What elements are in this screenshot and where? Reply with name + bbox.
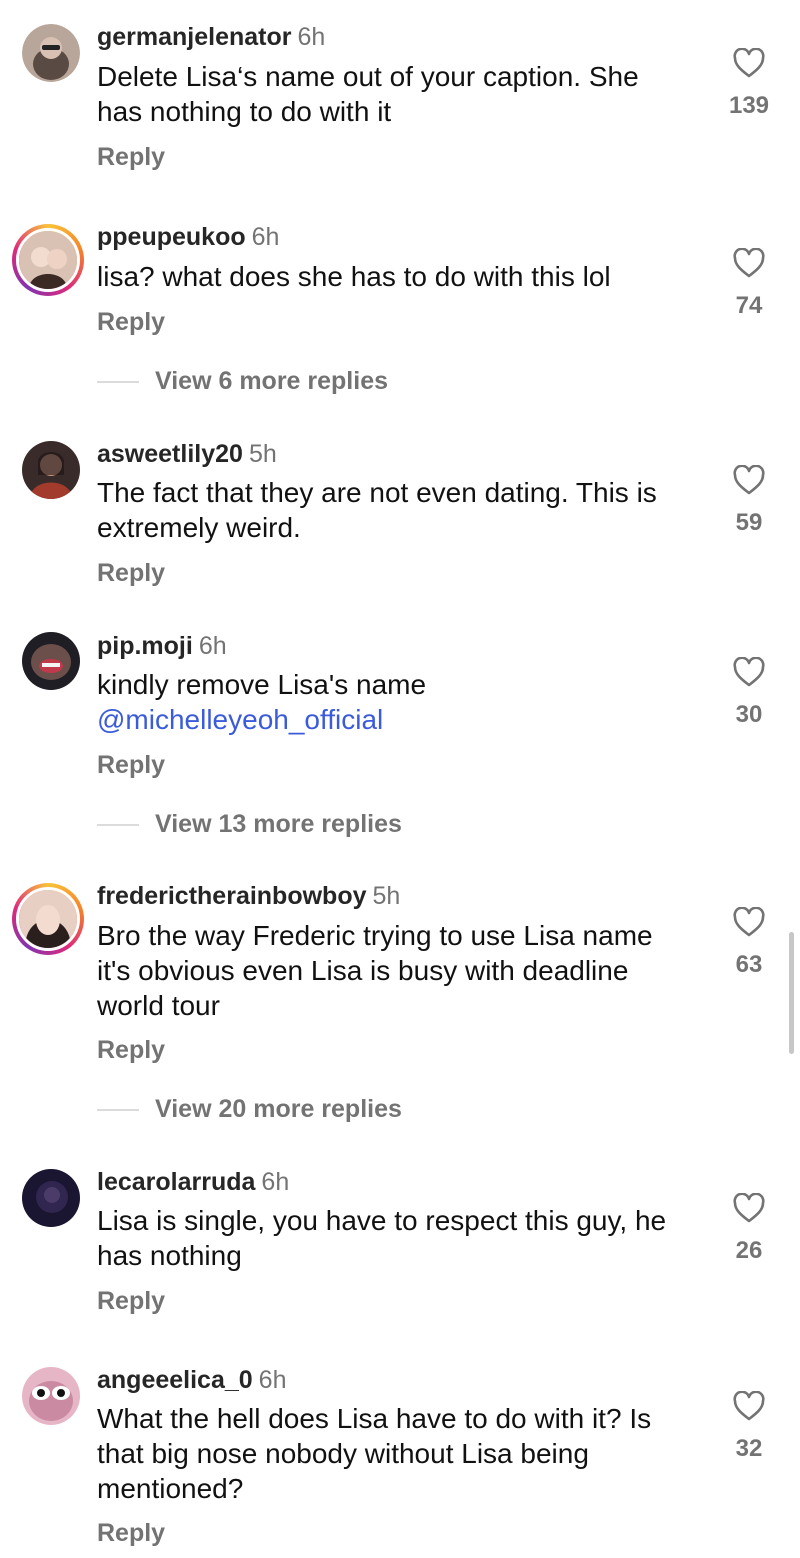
comment-time: 6h <box>258 1366 287 1394</box>
like-control: 63 <box>718 907 780 979</box>
comment-meta: lecarolarruda 6h <box>97 1167 289 1197</box>
username-link[interactable]: germanjelenator <box>97 23 292 51</box>
comment-meta: pip.moji 6h <box>97 631 227 661</box>
username-link[interactable]: pip.moji <box>97 632 193 660</box>
reply-button[interactable]: Reply <box>97 750 165 780</box>
comment-line: Lisa is single, you have to respect this… <box>97 1205 667 1236</box>
comment-meta: ppeupeukoo 6h <box>97 222 279 252</box>
comment-text: Lisa is single, you have to respect this… <box>97 1203 707 1273</box>
comment-line: has nothing <box>97 1240 242 1271</box>
username-link[interactable]: asweetlily20 <box>97 440 243 468</box>
comment-meta: germanjelenator 6h <box>97 22 325 52</box>
comment-line: has nothing to do with it <box>97 96 392 127</box>
like-control: 30 <box>718 657 780 729</box>
like-count: 26 <box>735 1237 763 1264</box>
avatar[interactable] <box>12 224 84 296</box>
heart-icon[interactable] <box>733 657 765 687</box>
comment-line: kindly remove Lisa's name <box>97 669 427 700</box>
avatar[interactable] <box>12 883 84 955</box>
comment-line: Bro the way Frederic trying to use Lisa … <box>97 920 653 951</box>
comment-text: kindly remove Lisa's name @michelleyeoh_… <box>97 667 707 737</box>
comment-line: What the hell does Lisa have to do with … <box>97 1403 652 1434</box>
comment-line: world tour <box>97 990 220 1021</box>
comment-text: The fact that they are not even dating. … <box>97 475 707 545</box>
comment-time: 5h <box>248 440 277 468</box>
reply-button[interactable]: Reply <box>97 1518 165 1548</box>
divider <box>97 381 139 383</box>
heart-icon[interactable] <box>733 465 765 495</box>
comment-line: Delete Lisa‘s name out of your caption. … <box>97 61 639 92</box>
reply-button[interactable]: Reply <box>97 142 165 172</box>
comment-text: lisa? what does she has to do with this … <box>97 259 707 294</box>
username-link[interactable]: lecarolarruda <box>97 1168 255 1196</box>
comment-line: lisa? what does she has to do with this … <box>97 261 611 292</box>
username-link[interactable]: ppeupeukoo <box>97 223 246 251</box>
like-control: 74 <box>718 248 780 320</box>
like-count: 139 <box>728 92 770 119</box>
heart-icon[interactable] <box>733 1193 765 1223</box>
username-link[interactable]: frederictherainbowboy <box>97 882 367 910</box>
reply-button[interactable]: Reply <box>97 1286 165 1316</box>
comment-time: 6h <box>198 632 227 660</box>
comment-text: What the hell does Lisa have to do with … <box>97 1401 707 1506</box>
comment-time: 5h <box>372 882 401 910</box>
like-count: 74 <box>735 292 763 319</box>
comment-text: Bro the way Frederic trying to use Lisa … <box>97 918 707 1023</box>
like-control: 26 <box>718 1193 780 1265</box>
view-more-label[interactable]: View 20 more replies <box>155 1093 402 1125</box>
heart-icon[interactable] <box>733 907 765 937</box>
comment-line: that big nose nobody without Lisa being <box>97 1438 589 1469</box>
view-more-label[interactable]: View 13 more replies <box>155 808 402 840</box>
like-control: 59 <box>718 465 780 537</box>
reply-button[interactable]: Reply <box>97 558 165 588</box>
comment-meta: asweetlily20 5h <box>97 439 277 469</box>
comment-time: 6h <box>261 1168 290 1196</box>
mention-link[interactable]: @michelleyeoh_official <box>97 702 707 737</box>
comment-meta: angeeelica_0 6h <box>97 1365 286 1395</box>
divider <box>97 824 139 826</box>
like-control: 32 <box>718 1391 780 1463</box>
view-more-label[interactable]: View 6 more replies <box>155 365 388 397</box>
avatar[interactable] <box>22 632 80 690</box>
comment-line: The fact that they are not even dating. … <box>97 477 657 508</box>
username-link[interactable]: angeeelica_0 <box>97 1366 253 1394</box>
comment-meta: frederictherainbowboy 5h <box>97 881 400 911</box>
avatar[interactable] <box>22 24 80 82</box>
like-control: 139 <box>718 48 780 120</box>
divider <box>97 1109 139 1111</box>
heart-icon[interactable] <box>733 248 765 278</box>
like-count: 32 <box>735 1435 763 1462</box>
comment-time: 6h <box>251 223 280 251</box>
like-count: 59 <box>735 509 763 536</box>
scrollbar[interactable] <box>789 932 794 1054</box>
avatar[interactable] <box>22 1169 80 1227</box>
comment-line: mentioned? <box>97 1473 244 1504</box>
heart-icon[interactable] <box>733 48 765 78</box>
view-more-replies[interactable]: View 20 more replies <box>0 1093 800 1127</box>
comment-line: extremely weird. <box>97 512 301 543</box>
heart-icon[interactable] <box>733 1391 765 1421</box>
comment-time: 6h <box>297 23 326 51</box>
view-more-replies[interactable]: View 6 more replies <box>0 365 800 399</box>
reply-button[interactable]: Reply <box>97 1035 165 1065</box>
comment-text: Delete Lisa‘s name out of your caption. … <box>97 59 707 129</box>
avatar[interactable] <box>22 441 80 499</box>
like-count: 30 <box>735 701 763 728</box>
comment-line: it's obvious even Lisa is busy with dead… <box>97 955 629 986</box>
avatar[interactable] <box>22 1367 80 1425</box>
reply-button[interactable]: Reply <box>97 307 165 337</box>
like-count: 63 <box>735 951 763 978</box>
view-more-replies[interactable]: View 13 more replies <box>0 808 800 842</box>
